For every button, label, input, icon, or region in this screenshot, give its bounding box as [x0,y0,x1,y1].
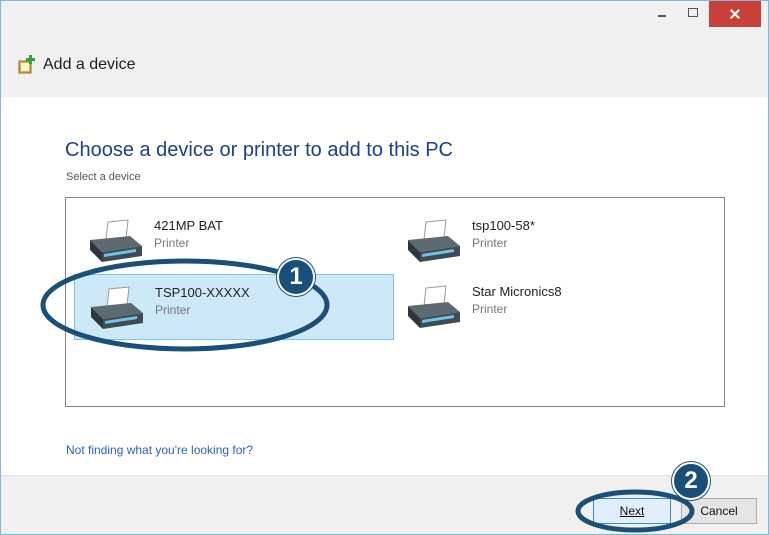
device-name: tsp100-58* [472,218,535,233]
printer-icon [408,285,460,328]
printer-icon [91,286,143,329]
next-button-label: Next [619,504,645,518]
help-link[interactable]: Not finding what you're looking for? [66,443,253,457]
device-name: 421MP BAT [154,218,223,233]
window-title: Add a device [43,56,136,73]
device-type: Printer [472,236,508,250]
device-item-421mp-bat[interactable]: 421MP BAT Printer [74,208,394,274]
close-button[interactable] [709,1,761,27]
device-type: Printer [155,303,191,317]
add-device-window: Add a device Choose a device or printer … [0,0,769,535]
device-type: Printer [472,302,508,316]
printer-icon [408,219,460,262]
device-item-tsp100-xxxxx[interactable]: TSP100-XXXXX Printer [74,274,394,340]
main-content: Choose a device or printer to add to thi… [1,97,768,475]
device-name: TSP100-XXXXX [155,285,250,300]
printer-icon [90,219,142,262]
window-header: Add a device [1,41,768,97]
device-item-tsp100-58[interactable]: tsp100-58* Printer [392,208,712,274]
page-title: Choose a device or printer to add to thi… [65,139,453,161]
device-type: Printer [154,236,190,250]
step-badge-1: 1 [277,258,315,296]
step-badge-2: 2 [672,462,710,500]
minimize-button[interactable] [649,1,675,27]
device-item-star-micronics8[interactable]: Star Micronics8 Printer [392,274,712,340]
device-list: 421MP BAT Printer tsp100-58* Printer TSP… [65,197,725,407]
dialog-footer: Next Cancel [1,475,768,534]
add-device-icon [18,55,35,74]
next-button[interactable]: Next [593,498,671,524]
page-subtitle: Select a device [66,171,141,183]
title-bar [1,1,768,41]
maximize-button[interactable] [679,1,705,27]
cancel-button[interactable]: Cancel [681,498,757,524]
device-name: Star Micronics8 [472,284,562,299]
